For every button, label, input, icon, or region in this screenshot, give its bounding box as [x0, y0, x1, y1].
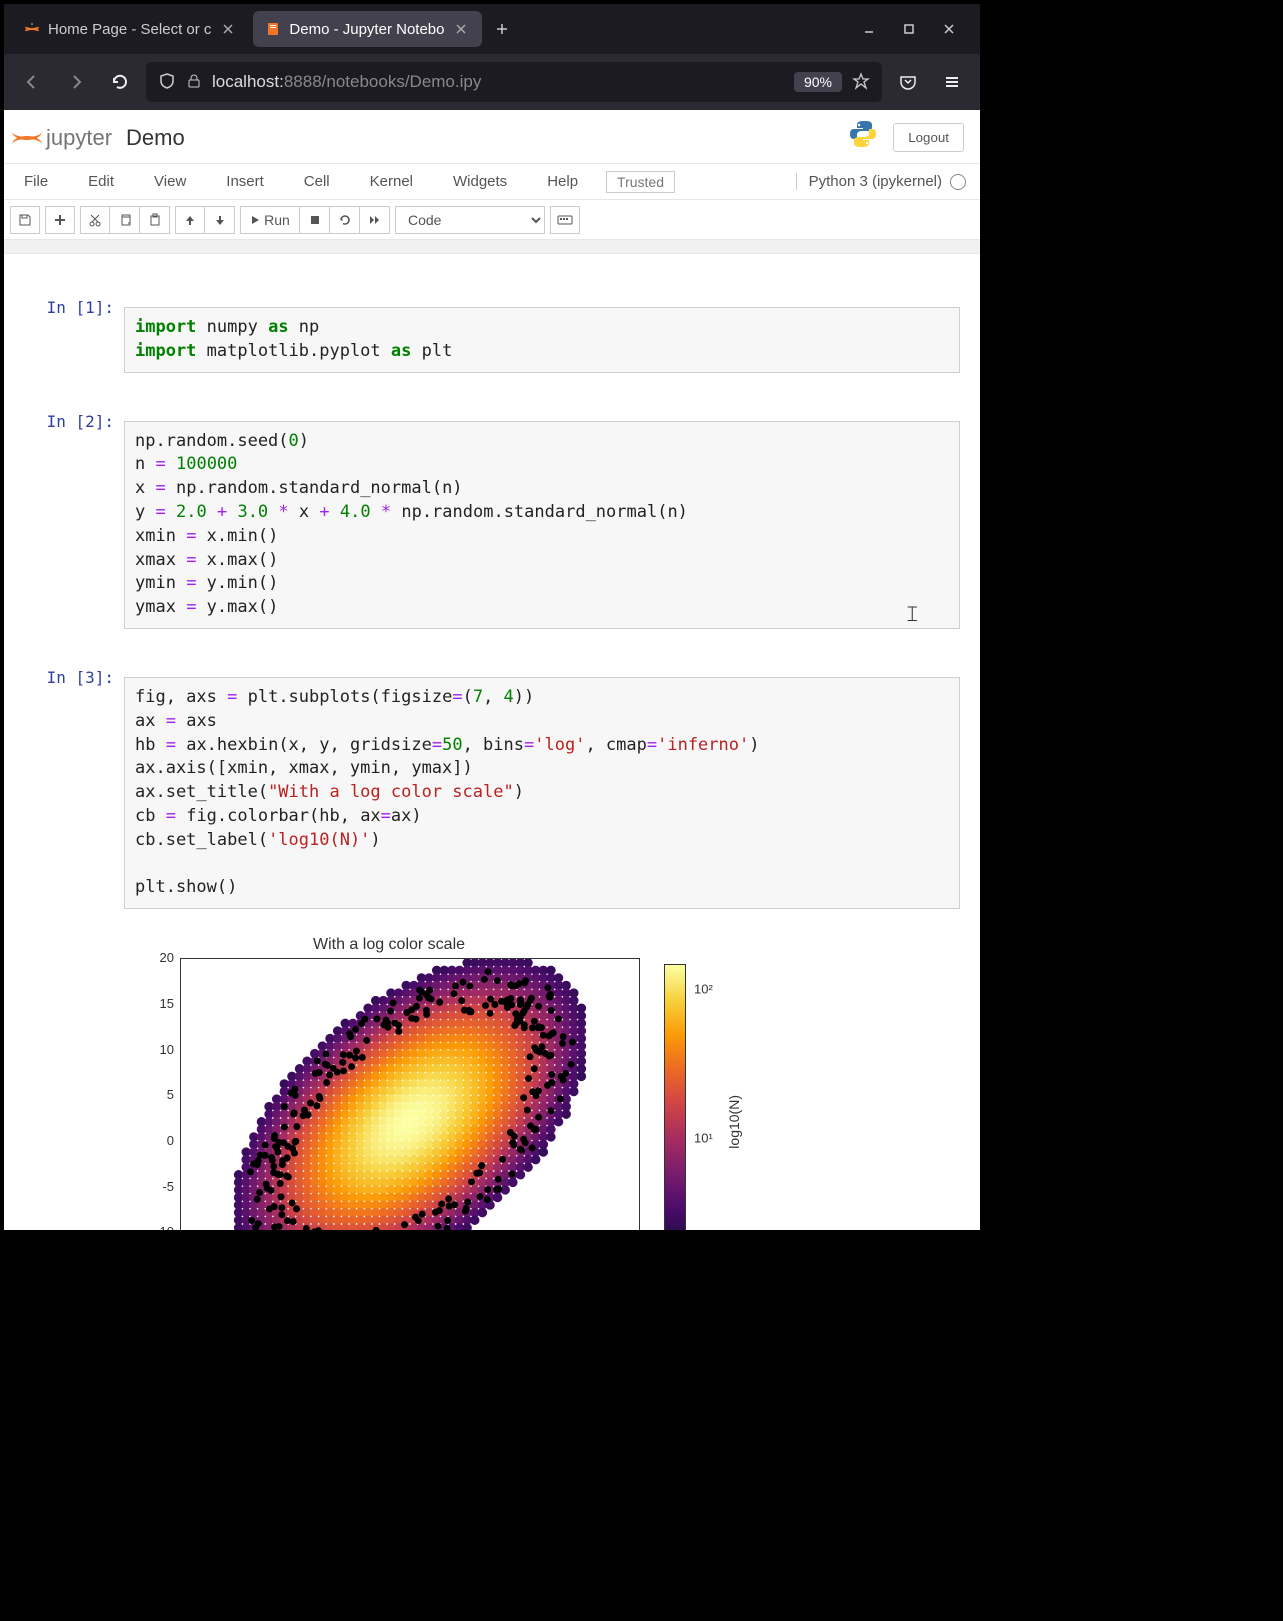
trusted-badge[interactable]: Trusted	[606, 171, 675, 193]
cut-button[interactable]	[80, 206, 110, 234]
notebook-area[interactable]: In [1]: import numpy as np import matplo…	[4, 254, 980, 1230]
cell-type-select[interactable]: Code	[395, 206, 545, 234]
browser-tab-bar: Home Page - Select or c Demo - Jupyter N…	[4, 4, 980, 54]
reload-button[interactable]	[102, 64, 138, 100]
menu-insert[interactable]: Insert	[206, 167, 284, 196]
url-bar[interactable]: localhost:8888/notebooks/Demo.ipy 90%	[146, 62, 882, 102]
copy-button[interactable]	[110, 206, 140, 234]
minimize-icon[interactable]	[856, 16, 882, 42]
jupyter-icon	[24, 21, 40, 37]
url-text: localhost:8888/notebooks/Demo.ipy	[212, 72, 784, 92]
paste-button[interactable]	[140, 206, 170, 234]
forward-button[interactable]	[58, 64, 94, 100]
tab-title: Home Page - Select or c	[48, 21, 211, 38]
y-tick-label: 0	[124, 1133, 174, 1148]
hexbin-plot	[181, 959, 639, 1230]
run-label: Run	[264, 212, 290, 228]
jupyter-logo[interactable]: jupyter	[12, 123, 112, 153]
notebook-title[interactable]: Demo	[126, 125, 185, 151]
menu-kernel[interactable]: Kernel	[350, 167, 433, 196]
notebook-icon	[265, 21, 281, 37]
code-cell[interactable]: In [2]: np.random.seed(0) n = 100000 x =…	[24, 404, 960, 646]
menu-widgets[interactable]: Widgets	[433, 167, 527, 196]
menu-edit[interactable]: Edit	[68, 167, 134, 196]
chart-title: With a log color scale	[124, 936, 654, 954]
zoom-badge[interactable]: 90%	[794, 72, 842, 92]
new-tab-button[interactable]	[486, 13, 518, 45]
kernel-status-icon[interactable]	[950, 174, 966, 190]
hamburger-icon[interactable]	[934, 64, 970, 100]
cell-prompt: In [3]:	[24, 660, 124, 1230]
jupyter-swirl-icon	[12, 123, 42, 153]
code-cell[interactable]: In [3]: fig, axs = plt.subplots(figsize=…	[24, 660, 960, 1230]
cell-prompt: In [1]:	[24, 290, 124, 390]
jupyter-header: jupyter Demo Logout	[4, 110, 980, 164]
jupyter-logo-text: jupyter	[46, 125, 112, 151]
y-tick-label: 20	[124, 950, 174, 965]
restart-run-all-button[interactable]	[360, 206, 390, 234]
menu-cell[interactable]: Cell	[284, 167, 350, 196]
command-palette-button[interactable]	[550, 206, 580, 234]
plot-output: With a log color scale -15-10-505101520 …	[124, 926, 844, 1230]
python-icon	[847, 118, 879, 157]
save-button[interactable]	[10, 206, 40, 234]
move-up-button[interactable]	[175, 206, 205, 234]
tab-title: Demo - Jupyter Notebo	[289, 21, 444, 38]
colorbar-tick-label: 10²	[694, 982, 713, 997]
y-tick-label: -10	[124, 1224, 174, 1230]
y-tick-label: 10	[124, 1042, 174, 1057]
menu-file[interactable]: File	[18, 167, 68, 196]
colorbar-tick-label: 10¹	[694, 1130, 713, 1145]
close-window-icon[interactable]	[936, 16, 962, 42]
toolbar: Run Code	[4, 200, 980, 240]
cell-input[interactable]: np.random.seed(0) n = 100000 x = np.rand…	[124, 421, 960, 629]
cell-input[interactable]: import numpy as np import matplotlib.pyp…	[124, 307, 960, 373]
menu-help[interactable]: Help	[527, 167, 598, 196]
text-cursor-icon: 𝙸	[904, 603, 920, 628]
cell-prompt: In [2]:	[24, 404, 124, 646]
add-cell-button[interactable]	[45, 206, 75, 234]
menubar: File Edit View Insert Cell Kernel Widget…	[4, 164, 980, 200]
restart-button[interactable]	[330, 206, 360, 234]
cell-input[interactable]: fig, axs = plt.subplots(figsize=(7, 4)) …	[124, 677, 960, 909]
close-icon[interactable]	[452, 20, 470, 38]
interrupt-button[interactable]	[300, 206, 330, 234]
chart-frame	[180, 958, 640, 1230]
browser-tab[interactable]: Home Page - Select or c	[12, 11, 249, 47]
colorbar	[664, 964, 686, 1230]
colorbar-label: log10(N)	[726, 1095, 742, 1149]
lock-icon[interactable]	[186, 73, 202, 92]
pocket-icon[interactable]	[890, 64, 926, 100]
browser-toolbar: localhost:8888/notebooks/Demo.ipy 90%	[4, 54, 980, 110]
page-content: jupyter Demo Logout File Edit View Inser…	[4, 110, 980, 1230]
run-button[interactable]: Run	[240, 206, 300, 234]
move-down-button[interactable]	[205, 206, 235, 234]
y-tick-label: 15	[124, 996, 174, 1011]
y-tick-label: -5	[124, 1179, 174, 1194]
close-icon[interactable]	[219, 20, 237, 38]
y-tick-label: 5	[124, 1087, 174, 1102]
browser-tab-active[interactable]: Demo - Jupyter Notebo	[253, 11, 482, 47]
shield-icon[interactable]	[158, 72, 176, 93]
code-cell[interactable]: In [1]: import numpy as np import matplo…	[24, 290, 960, 390]
back-button[interactable]	[14, 64, 50, 100]
bookmark-star-icon[interactable]	[852, 72, 870, 93]
kernel-name[interactable]: Python 3 (ipykernel)	[796, 173, 942, 190]
maximize-icon[interactable]	[896, 16, 922, 42]
toolbar-separator	[4, 240, 980, 254]
logout-button[interactable]: Logout	[893, 123, 964, 152]
menu-view[interactable]: View	[134, 167, 206, 196]
